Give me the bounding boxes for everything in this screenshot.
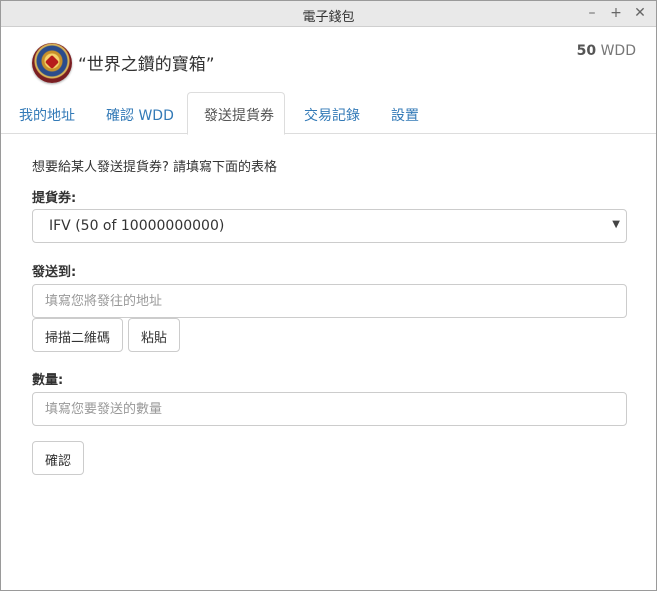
tab-send-voucher[interactable]: 發送提貨券: [187, 92, 285, 135]
close-icon[interactable]: ✕: [634, 5, 646, 21]
balance-unit: WDD: [600, 43, 636, 59]
wallet-window: 電子錢包 – + ✕ “世界之鑽的寶箱” 50 WDD 我的地址 確認 WDD …: [0, 0, 657, 591]
wallet-name: “世界之鑽的寶箱”: [78, 55, 215, 75]
voucher-label: 提貨券:: [32, 191, 77, 206]
minimize-icon[interactable]: –: [586, 5, 598, 21]
title-bar: 電子錢包 – + ✕: [1, 1, 656, 27]
amount-label: 數量:: [32, 373, 64, 388]
dropdown-arrow-icon: ▼: [612, 219, 620, 230]
wallet-logo: [32, 43, 72, 83]
voucher-select[interactable]: IFV (50 of 10000000000) ▼: [32, 209, 627, 243]
tab-confirm-wdd[interactable]: 確認 WDD: [106, 92, 174, 134]
balance-amount: 50: [576, 43, 597, 59]
paste-button[interactable]: 粘貼: [128, 318, 181, 352]
window-controls: – + ✕: [586, 5, 646, 21]
wallet-header: “世界之鑽的寶箱” 50 WDD: [1, 27, 656, 94]
address-input[interactable]: [32, 284, 627, 318]
scan-qr-button[interactable]: 掃描二維碼: [32, 318, 124, 352]
maximize-icon[interactable]: +: [610, 5, 622, 21]
tab-bar: 我的地址 確認 WDD 發送提貨券 交易記錄 設置: [1, 92, 656, 135]
window-title: 電子錢包: [302, 10, 355, 25]
amount-input[interactable]: [32, 392, 627, 426]
send-to-label: 發送到:: [32, 265, 77, 280]
voucher-selected-value: IFV (50 of 10000000000): [49, 218, 225, 234]
tab-settings[interactable]: 設置: [391, 92, 419, 134]
tab-transactions[interactable]: 交易記錄: [304, 92, 360, 134]
confirm-button[interactable]: 確認: [32, 441, 85, 475]
tab-my-addresses[interactable]: 我的地址: [19, 92, 75, 134]
form-intro: 想要給某人發送提貨券? 請填寫下面的表格: [32, 160, 278, 175]
balance-display: 50 WDD: [577, 43, 636, 59]
